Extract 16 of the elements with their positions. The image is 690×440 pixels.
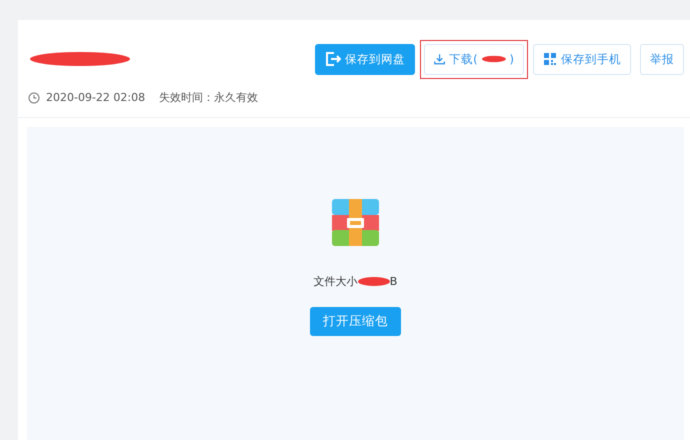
redaction-mark <box>482 55 506 63</box>
redaction-mark <box>358 277 390 286</box>
archive-file-icon <box>332 199 379 246</box>
upload-date: 2020-09-22 02:08 <box>46 91 146 104</box>
save-to-cloud-button[interactable]: 保存到网盘 <box>315 44 415 74</box>
save-to-phone-button[interactable]: 保存到手机 <box>533 44 631 74</box>
download-icon <box>434 52 446 66</box>
file-size-label: 文件大小 <box>314 274 358 289</box>
file-size-unit: B <box>390 275 398 288</box>
download-button[interactable]: 下载( ) <box>424 44 524 74</box>
clock-icon <box>28 92 40 104</box>
qr-code-icon <box>543 52 557 66</box>
report-button[interactable]: 举报 <box>640 44 684 74</box>
export-icon <box>325 51 341 67</box>
open-archive-button[interactable]: 打开压缩包 <box>310 307 401 336</box>
expiry-text: 失效时间：永久有效 <box>159 90 258 105</box>
